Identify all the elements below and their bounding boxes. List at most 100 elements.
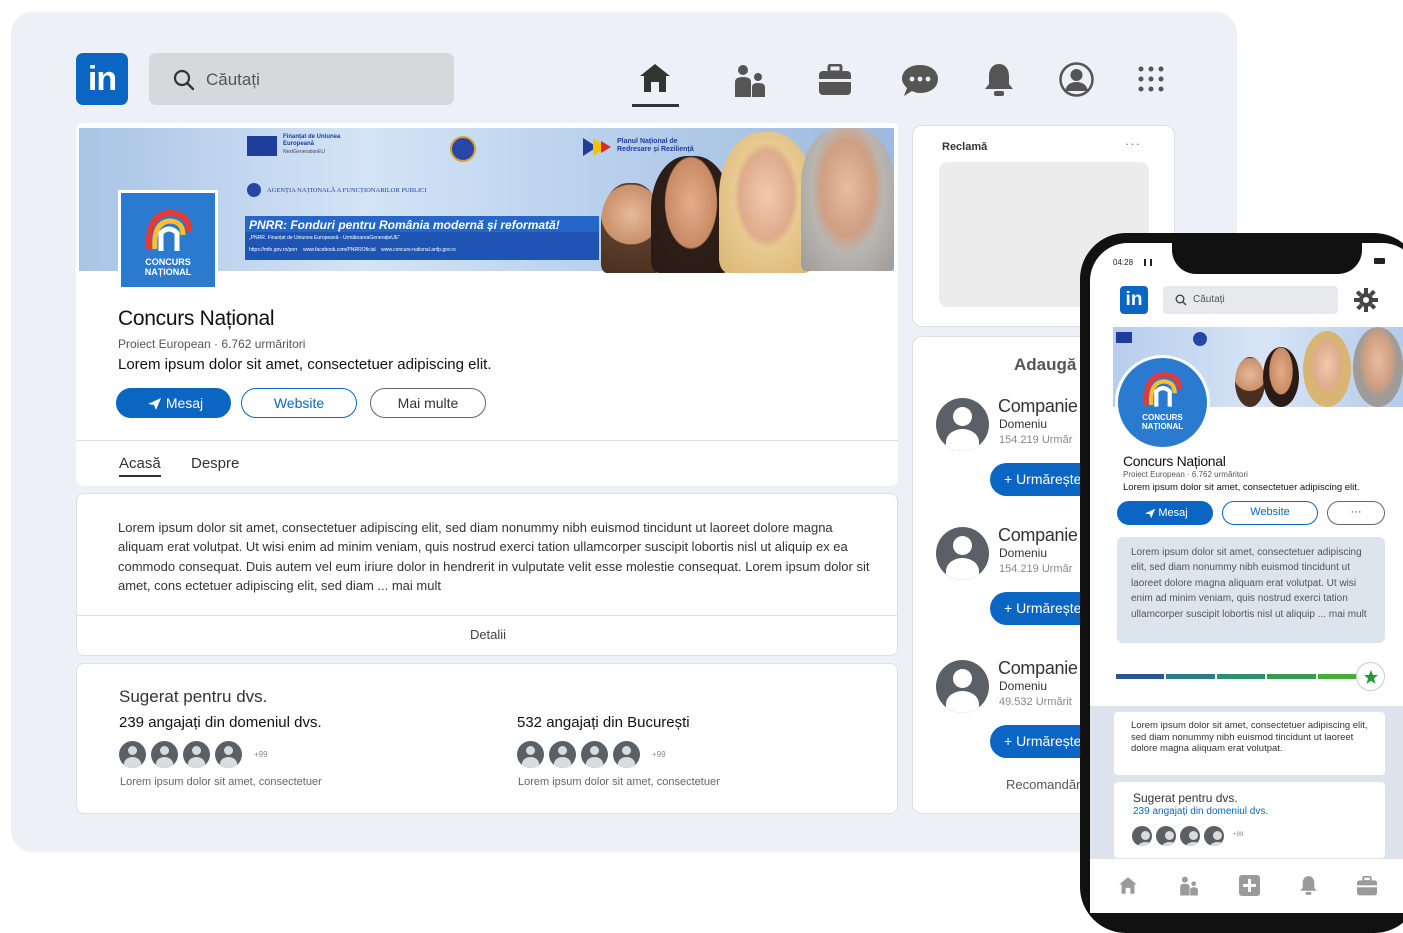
home-icon[interactable] [1118, 876, 1138, 895]
progress-segment [1216, 674, 1266, 679]
company-name: Concurs Național [118, 307, 275, 330]
notifications-icon[interactable] [1299, 875, 1318, 896]
gear-icon[interactable] [1354, 288, 1378, 312]
suggested-right-caption: Lorem ipsum dolor sit amet, consectetuer [518, 776, 720, 788]
phone-search-box[interactable]: Căutați [1163, 286, 1338, 314]
phone-suggested-card: Sugerat pentru dvs. 239 angajați din dom… [1114, 782, 1385, 858]
people-icon[interactable] [733, 63, 767, 97]
add-panel-title: Adaugă [1014, 355, 1077, 374]
phone-message-button[interactable]: Mesaj [1117, 501, 1213, 525]
person-photo-2 [1263, 347, 1299, 407]
company-suggestion-count: 49.532 Urmărit [999, 696, 1072, 708]
people-icon[interactable] [1179, 875, 1199, 896]
suggested-title: Sugerat pentru dvs. [119, 687, 268, 706]
company-avatar[interactable] [936, 398, 989, 451]
avatar [517, 741, 544, 768]
avatar [151, 741, 178, 768]
phone-website-button[interactable]: Website [1222, 501, 1318, 525]
person-photo-3 [1303, 331, 1351, 407]
romania-crest [450, 136, 476, 162]
person-photo-4 [801, 128, 894, 271]
messaging-icon[interactable] [900, 63, 940, 99]
company-suggestion-count: 154.219 Urmăr [999, 434, 1073, 446]
suggested-right-label: 532 angajați din București [517, 714, 690, 731]
phone-suggested-title: Sugerat pentru dvs. [1133, 791, 1238, 805]
phone-logo-text: CONCURS NAȚIONAL [1141, 413, 1184, 431]
phone-post-card: Lorem ipsum dolor sit amet, consectetuer… [1114, 712, 1385, 775]
avatar [119, 741, 146, 768]
tab-home[interactable]: Acasă [119, 455, 161, 477]
apps-grid-icon[interactable] [1138, 66, 1166, 94]
progress-segment [1116, 674, 1165, 679]
tab-about[interactable]: Despre [191, 455, 239, 472]
phone-search-input[interactable]: Căutați [1193, 294, 1225, 305]
notifications-icon[interactable] [983, 62, 1015, 98]
active-nav-indicator [632, 104, 679, 107]
company-suggestion-domain: Domeniu [999, 417, 1048, 431]
avatar [1132, 826, 1152, 846]
briefcase-icon[interactable] [1356, 876, 1378, 896]
romania-crest [1193, 332, 1207, 346]
profile-icon[interactable] [1059, 62, 1094, 97]
suggested-left-label: 239 angajați din domeniul dvs. [119, 714, 322, 731]
recommendations-link[interactable]: Recomandări [1006, 777, 1083, 792]
avatar [1156, 826, 1176, 846]
phone-company-logo[interactable]: CONCURS NAȚIONAL [1115, 355, 1210, 450]
avatar [183, 741, 210, 768]
company-suggestion-name[interactable]: Companie [998, 525, 1078, 546]
search-input[interactable]: Căutați [206, 70, 260, 90]
about-card: Lorem ipsum dolor sit amet, consectetuer… [76, 493, 898, 656]
star-badge[interactable] [1356, 662, 1385, 691]
agency-crest [247, 183, 261, 197]
phone-company-tagline: Lorem ipsum dolor sit amet, consectetuer… [1123, 482, 1360, 493]
concurs-logo-icon [1143, 372, 1183, 407]
company-suggestion-name[interactable]: Companie [998, 658, 1078, 679]
more-count: +99 [652, 750, 666, 759]
message-button-label: Mesaj [165, 395, 204, 411]
linkedin-logo[interactable]: in [76, 53, 128, 105]
banner-links: https://mfe.gov.ro/pnrr www.facebook.com… [249, 247, 456, 253]
message-button[interactable]: Mesaj [116, 388, 231, 418]
concurs-logo-icon [145, 209, 192, 251]
company-suggestion-count: 154.219 Urmăr [999, 563, 1073, 575]
suggested-card: Sugerat pentru dvs. 239 angajați din dom… [76, 663, 898, 814]
send-icon [148, 398, 161, 410]
company-header-card: Finanțat de Uniunea Europeană NextGenera… [76, 123, 898, 486]
tabs-divider [76, 440, 898, 441]
company-subtitle: Proiect European · 6.762 urmăritori [118, 337, 306, 351]
pnrr-text: Planul Național de Redresare și Rezilien… [617, 138, 694, 153]
phone-company-name: Concurs Național [1123, 453, 1226, 469]
company-suggestion-name[interactable]: Companie [998, 396, 1078, 417]
post-icon[interactable] [1239, 875, 1260, 896]
ad-label: Reclamă [942, 141, 988, 153]
phone-bottom-nav [1090, 858, 1403, 913]
banner-line1: „PNRR. Finanțat de Uniunea Europeană - U… [249, 235, 400, 241]
details-link[interactable]: Detalii [77, 627, 897, 642]
company-tagline: Lorem ipsum dolor sit amet, consectetuer… [118, 356, 492, 373]
company-avatar[interactable] [936, 527, 989, 580]
phone-linkedin-logo[interactable]: in [1120, 286, 1148, 314]
agency-text: AGENȚIA NAȚIONALĂ A FUNCȚIONARILOR PUBLI… [267, 187, 427, 194]
pnrr-arrow-icon [583, 138, 611, 156]
person-photo-1 [1235, 357, 1265, 407]
phone-more-button[interactable]: ··· [1327, 501, 1385, 525]
briefcase-icon[interactable] [818, 64, 852, 96]
progress-segment [1267, 674, 1316, 679]
company-suggestion-domain: Domeniu [999, 546, 1048, 560]
company-avatar[interactable] [936, 660, 989, 713]
phone-suggested-label: 239 angajați din domeniul dvs. [1133, 806, 1269, 817]
company-logo[interactable]: CONCURS NAȚIONAL [118, 190, 218, 290]
avatar [581, 741, 608, 768]
about-text: Lorem ipsum dolor sit amet, consectetuer… [118, 520, 870, 593]
website-button[interactable]: Website [241, 388, 357, 418]
company-suggestion-domain: Domeniu [999, 679, 1048, 693]
ad-menu-icon[interactable]: ··· [1125, 136, 1141, 151]
search-box[interactable]: Căutați [149, 53, 454, 105]
avatar [215, 741, 242, 768]
eu-flag [1116, 332, 1132, 343]
home-icon[interactable] [638, 62, 672, 94]
battery-icon [1374, 258, 1385, 264]
more-count: +99 [1233, 832, 1244, 838]
person-photo-4 [1353, 327, 1403, 407]
more-button[interactable]: Mai multe [370, 388, 486, 418]
